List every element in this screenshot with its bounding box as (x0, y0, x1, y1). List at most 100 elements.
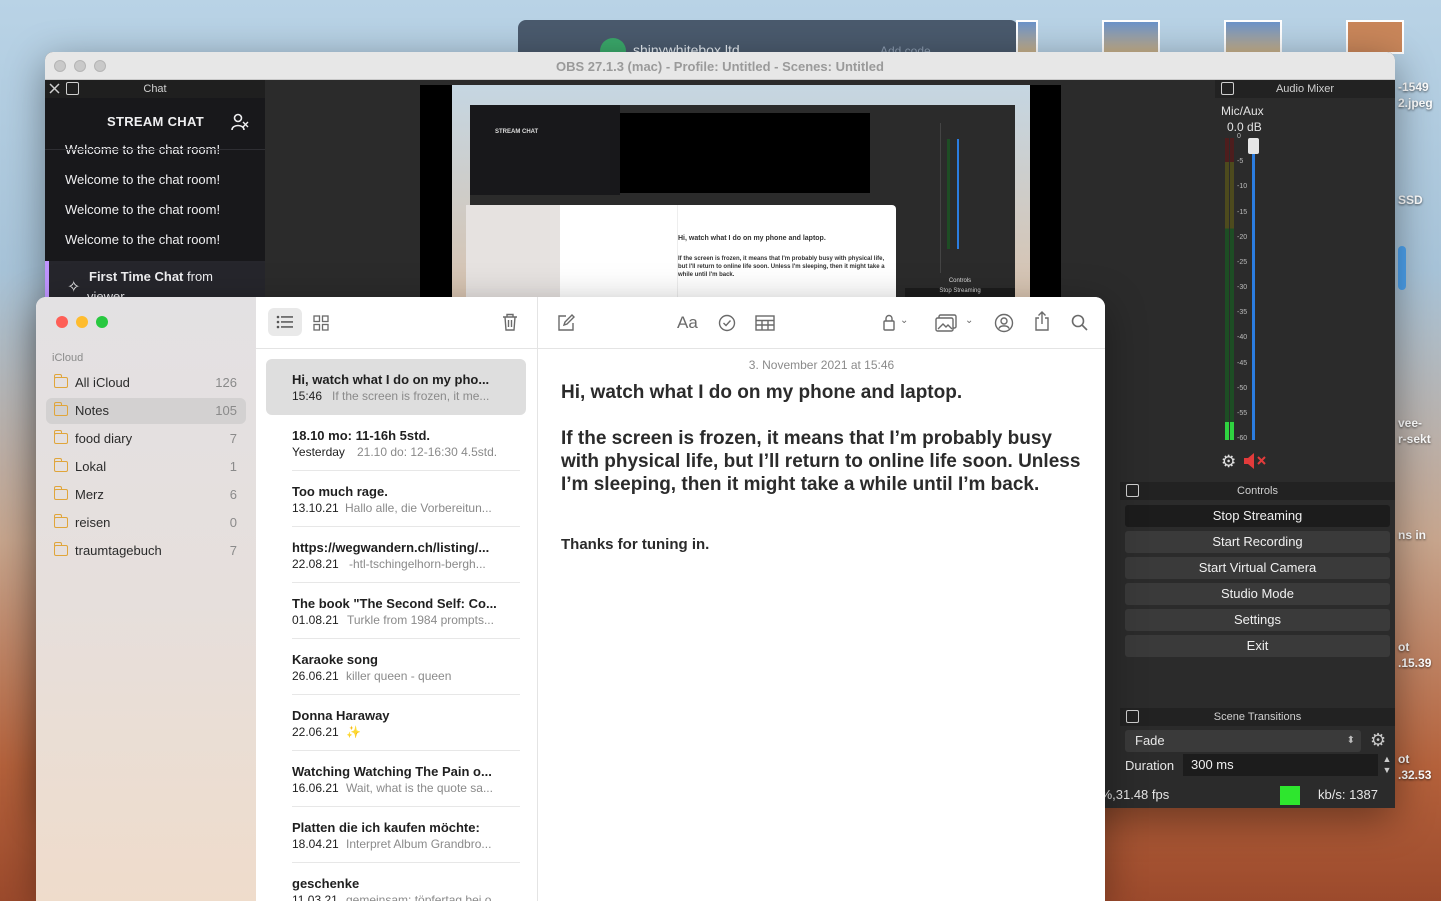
desktop-file-label[interactable]: .15.39 (1398, 656, 1431, 670)
trash-icon[interactable] (502, 313, 518, 331)
note-list-item[interactable]: Watching Watching The Pain o... 16.06.21… (266, 751, 526, 807)
note-list-item[interactable]: 18.10 mo: 11-16h 5std. Yesterday 21.10 d… (266, 415, 526, 471)
gallery-view-icon[interactable] (313, 315, 329, 331)
list-view-button[interactable] (268, 308, 302, 336)
chevron-down-icon[interactable]: ⌄ (900, 315, 908, 326)
note-title: 18.10 mo: 11-16h 5std. (292, 428, 431, 443)
start-virtual-camera-button[interactable]: Start Virtual Camera (1125, 557, 1390, 579)
note-title: https://wegwandern.ch/listing/... (292, 540, 490, 555)
obs-preview[interactable]: STREAM CHAT Controls Stop Streaming Hi, … (420, 85, 1061, 307)
note-date: 22.06.21 (292, 725, 339, 739)
desktop-file-label[interactable]: r-sekt (1398, 432, 1431, 446)
note-list-item[interactable]: Donna Haraway 22.06.21 ✨ (266, 695, 526, 751)
sparkle-icon: ✧ (67, 279, 81, 296)
start-recording-button[interactable]: Start Recording (1125, 531, 1390, 553)
desktop-file-label[interactable]: ns in (1398, 528, 1426, 542)
note-list-item[interactable]: https://wegwandern.ch/listing/... 22.08.… (266, 527, 526, 583)
updown-chevron-icon: ⬍ (1346, 735, 1355, 746)
folder-lokal[interactable]: Lokal 1 (46, 454, 246, 480)
lock-icon[interactable] (883, 314, 895, 331)
note-list-item[interactable]: geschenke 11.03.21 gemeinsam: töpfertag … (266, 863, 526, 901)
users-icon[interactable] (231, 113, 249, 131)
desktop-file-label[interactable]: ot (1398, 752, 1409, 766)
folder-name: Merz (75, 487, 104, 502)
editor-toolbar: Aa ⌄ ⌄ (538, 297, 1105, 349)
obs-titlebar[interactable]: OBS 27.1.3 (mac) - Profile: Untitled - S… (45, 52, 1395, 80)
meter-tick-label: -35 (1237, 309, 1248, 317)
zoom-button[interactable] (96, 316, 108, 328)
folder-icon (53, 514, 68, 528)
folder-reisen[interactable]: reisen 0 (46, 510, 246, 536)
format-text-icon[interactable]: Aa (677, 313, 698, 333)
note-heading[interactable]: Hi, watch what I do on my phone and lapt… (561, 381, 1081, 404)
transition-select[interactable]: Fade ⬍ (1125, 730, 1361, 752)
exit-button[interactable]: Exit (1125, 635, 1390, 657)
desktop-drive-label[interactable]: SSD (1398, 193, 1423, 207)
close-button[interactable] (56, 316, 68, 328)
note-list-item[interactable]: The book "The Second Self: Co... 01.08.2… (266, 583, 526, 639)
note-signoff[interactable]: Thanks for tuning in. (561, 536, 1081, 553)
desktop-folder-icon[interactable] (1398, 246, 1406, 290)
checklist-icon[interactable] (718, 314, 736, 332)
media-icon[interactable] (935, 314, 957, 332)
minimize-button[interactable] (76, 316, 88, 328)
note-title: Hi, watch what I do on my pho... (292, 372, 490, 387)
chat-message: Welcome to the chat room! (65, 202, 221, 217)
note-title: Donna Haraway (292, 708, 390, 723)
folder-name: traumtagebuch (75, 543, 162, 558)
desktop-file-label[interactable]: .32.53 (1398, 768, 1431, 782)
desktop-thumbnail[interactable] (1346, 20, 1404, 54)
volume-fader-track[interactable] (1252, 140, 1255, 440)
desktop-file-label[interactable]: vee- (1398, 416, 1422, 430)
desktop-file-label[interactable]: -1549 (1398, 80, 1429, 94)
note-body[interactable]: If the screen is frozen, it means that I… (561, 427, 1086, 496)
folder-notes[interactable]: Notes 105 (46, 398, 246, 424)
table-icon[interactable] (755, 315, 775, 331)
volume-fader-handle[interactable] (1248, 138, 1259, 154)
note-list-item[interactable]: Hi, watch what I do on my pho... 15:46 I… (266, 359, 526, 415)
float-dock-icon[interactable] (1126, 484, 1139, 497)
gear-icon[interactable]: ⚙ (1221, 452, 1236, 472)
note-list-item[interactable]: Platten die ich kaufen möchte: 18.04.21 … (266, 807, 526, 863)
note-preview: Hallo alle, die Vorbereitun... (345, 501, 492, 515)
folder-icon (53, 374, 68, 388)
desktop-thumbnail[interactable] (1102, 20, 1160, 54)
desktop-file-label[interactable]: 2.jpeg (1398, 96, 1433, 110)
note-preview: Wait, what is the quote sa... (346, 781, 493, 795)
stop-streaming-button[interactable]: Stop Streaming (1125, 505, 1390, 527)
share-icon[interactable] (1034, 311, 1050, 331)
float-dock-icon[interactable] (1221, 82, 1234, 95)
folder-all-icloud[interactable]: All iCloud 126 (46, 370, 246, 396)
transition-value: Fade (1135, 733, 1165, 748)
note-preview: killer queen - queen (346, 669, 452, 683)
float-dock-icon[interactable] (1126, 710, 1139, 723)
folder-icon (53, 542, 68, 556)
folder-count: 0 (229, 515, 237, 530)
desktop-thumbnail[interactable] (1224, 20, 1282, 54)
duration-stepper[interactable]: ▲ ▼ (1381, 754, 1393, 776)
settings-button[interactable]: Settings (1125, 609, 1390, 631)
desktop-thumbnail[interactable] (1016, 20, 1038, 54)
duration-input[interactable]: 300 ms (1183, 754, 1378, 776)
gear-icon[interactable]: ⚙ (1370, 730, 1386, 751)
note-list-item[interactable]: Too much rage. 13.10.21 Hallo alle, die … (266, 471, 526, 527)
folder-merz[interactable]: Merz 6 (46, 482, 246, 508)
chevron-down-icon[interactable]: ⌄ (965, 315, 973, 326)
compose-icon[interactable] (557, 314, 575, 332)
mini-chat: STREAM CHAT (470, 105, 620, 195)
audio-level: 0.0 dB (1227, 120, 1262, 134)
studio-mode-button[interactable]: Studio Mode (1125, 583, 1390, 605)
close-icon[interactable] (49, 83, 60, 94)
note-list-item[interactable]: Karaoke song 26.06.21 killer queen - que… (266, 639, 526, 695)
search-icon[interactable] (1071, 314, 1088, 331)
collaborate-icon[interactable] (994, 313, 1014, 333)
folder-food-diary[interactable]: food diary 7 (46, 426, 246, 452)
meter-tick-label: -40 (1237, 334, 1248, 342)
desktop-file-label[interactable]: ot (1398, 640, 1409, 654)
muted-speaker-icon[interactable] (1243, 452, 1269, 470)
folder-count: 7 (229, 431, 237, 446)
note-date: 01.08.21 (292, 613, 339, 627)
volume-meter-left (1225, 138, 1229, 440)
float-dock-icon[interactable] (66, 82, 79, 95)
folder-traumtagebuch[interactable]: traumtagebuch 7 (46, 538, 246, 564)
